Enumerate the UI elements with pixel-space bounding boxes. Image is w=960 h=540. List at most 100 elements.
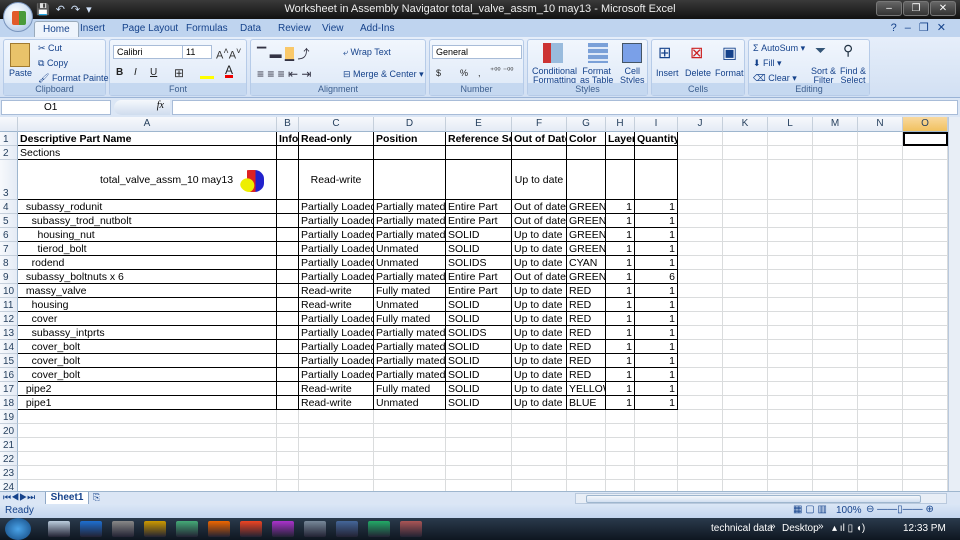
row-header-11[interactable]: 11 xyxy=(0,298,18,312)
table-cell[interactable] xyxy=(277,146,299,160)
table-cell[interactable] xyxy=(374,146,446,160)
table-cell[interactable]: Unmated xyxy=(374,396,446,410)
cell[interactable] xyxy=(813,424,858,438)
cell[interactable] xyxy=(723,132,768,146)
cell[interactable] xyxy=(903,214,948,228)
column-heading[interactable]: Quantity xyxy=(635,132,678,146)
tray-icons[interactable]: ▴ ıl ▯ ◖) xyxy=(832,523,865,534)
column-header-D[interactable]: D xyxy=(374,117,446,132)
delete-button[interactable]: Delete xyxy=(685,68,711,78)
table-cell[interactable]: 1 xyxy=(606,340,635,354)
insert-sheet-icon[interactable]: ⎘ xyxy=(93,492,100,503)
cell[interactable] xyxy=(768,480,813,491)
row-header-19[interactable]: 19 xyxy=(0,410,18,424)
cell[interactable] xyxy=(903,396,948,410)
cell[interactable] xyxy=(858,270,903,284)
cell[interactable] xyxy=(903,284,948,298)
table-cell[interactable]: 1 xyxy=(606,270,635,284)
cell[interactable] xyxy=(635,424,678,438)
table-cell[interactable]: Partially mated xyxy=(374,228,446,242)
number-format-select[interactable]: General xyxy=(432,45,522,59)
cell[interactable] xyxy=(678,382,723,396)
tab-data[interactable]: Data xyxy=(232,21,269,37)
cell[interactable] xyxy=(446,410,512,424)
comma-button[interactable]: , xyxy=(478,68,481,78)
cell[interactable] xyxy=(723,160,768,200)
table-cell[interactable]: Partially mated xyxy=(374,200,446,214)
table-cell[interactable]: SOLID xyxy=(446,396,512,410)
row-header-4[interactable]: 4 xyxy=(0,200,18,214)
column-header-B[interactable]: B xyxy=(277,117,299,132)
cell[interactable] xyxy=(277,410,299,424)
toolbar-technical-data[interactable]: technical data xyxy=(711,523,773,534)
table-cell[interactable]: 1 xyxy=(635,256,678,270)
fill-button[interactable]: ⬇ Fill ▾ xyxy=(753,58,782,69)
cell[interactable] xyxy=(903,160,948,200)
cell[interactable] xyxy=(606,424,635,438)
column-header-O[interactable]: O xyxy=(903,117,948,132)
table-cell[interactable]: RED xyxy=(567,340,606,354)
cell[interactable] xyxy=(723,382,768,396)
font-name-select[interactable]: Calibri xyxy=(113,45,183,59)
column-header-N[interactable]: N xyxy=(858,117,903,132)
cell[interactable] xyxy=(678,256,723,270)
cell[interactable] xyxy=(768,242,813,256)
cell[interactable] xyxy=(813,326,858,340)
cell[interactable] xyxy=(858,354,903,368)
cell[interactable] xyxy=(768,160,813,200)
table-cell[interactable] xyxy=(277,340,299,354)
table-cell[interactable]: rodend xyxy=(18,256,277,270)
cell[interactable] xyxy=(277,480,299,491)
table-cell[interactable]: GREEN xyxy=(567,200,606,214)
cell[interactable] xyxy=(858,146,903,160)
cell[interactable] xyxy=(374,452,446,466)
table-cell[interactable] xyxy=(635,146,678,160)
cell[interactable] xyxy=(813,354,858,368)
cell[interactable] xyxy=(512,480,567,491)
row-header-5[interactable]: 5 xyxy=(0,214,18,228)
table-cell[interactable]: Up to date xyxy=(512,326,567,340)
cell[interactable] xyxy=(299,452,374,466)
cell[interactable] xyxy=(903,270,948,284)
taskbar-show-desktop-icon[interactable] xyxy=(48,521,70,537)
close-button[interactable]: ✕ xyxy=(930,1,956,16)
table-cell[interactable]: Up to date xyxy=(512,160,567,200)
table-cell[interactable]: Up to date xyxy=(512,256,567,270)
table-cell[interactable] xyxy=(635,160,678,200)
table-cell[interactable]: Partially mated xyxy=(374,326,446,340)
table-cell[interactable]: 1 xyxy=(635,382,678,396)
table-cell[interactable]: Partially Loaded xyxy=(299,228,374,242)
cell[interactable] xyxy=(813,284,858,298)
cell[interactable] xyxy=(723,340,768,354)
cell[interactable] xyxy=(277,466,299,480)
cell[interactable] xyxy=(512,466,567,480)
cell[interactable] xyxy=(606,466,635,480)
zoom-level[interactable]: 100% xyxy=(836,505,862,516)
cell[interactable] xyxy=(723,410,768,424)
cell[interactable] xyxy=(768,270,813,284)
cell[interactable] xyxy=(858,160,903,200)
view-buttons[interactable]: ▦ ▢ ▥ xyxy=(793,504,827,515)
column-heading[interactable]: Layer xyxy=(606,132,635,146)
row-header-15[interactable]: 15 xyxy=(0,354,18,368)
row-header-24[interactable]: 24 xyxy=(0,480,18,491)
cell[interactable] xyxy=(446,424,512,438)
cell[interactable] xyxy=(723,298,768,312)
horizontal-scrollbar[interactable] xyxy=(575,493,947,504)
column-header-C[interactable]: C xyxy=(299,117,374,132)
cell[interactable] xyxy=(768,368,813,382)
cell[interactable] xyxy=(678,160,723,200)
table-cell[interactable]: 1 xyxy=(606,200,635,214)
table-cell[interactable]: Out of date xyxy=(512,214,567,228)
cell[interactable] xyxy=(678,228,723,242)
cell[interactable] xyxy=(813,466,858,480)
cell[interactable] xyxy=(903,242,948,256)
table-cell[interactable]: SOLID xyxy=(446,340,512,354)
cell[interactable] xyxy=(858,132,903,146)
table-cell[interactable] xyxy=(512,146,567,160)
cell[interactable] xyxy=(635,466,678,480)
cell[interactable] xyxy=(678,200,723,214)
table-cell[interactable] xyxy=(277,354,299,368)
table-cell[interactable]: Fully mated xyxy=(374,312,446,326)
column-header-A[interactable]: A xyxy=(18,117,277,132)
